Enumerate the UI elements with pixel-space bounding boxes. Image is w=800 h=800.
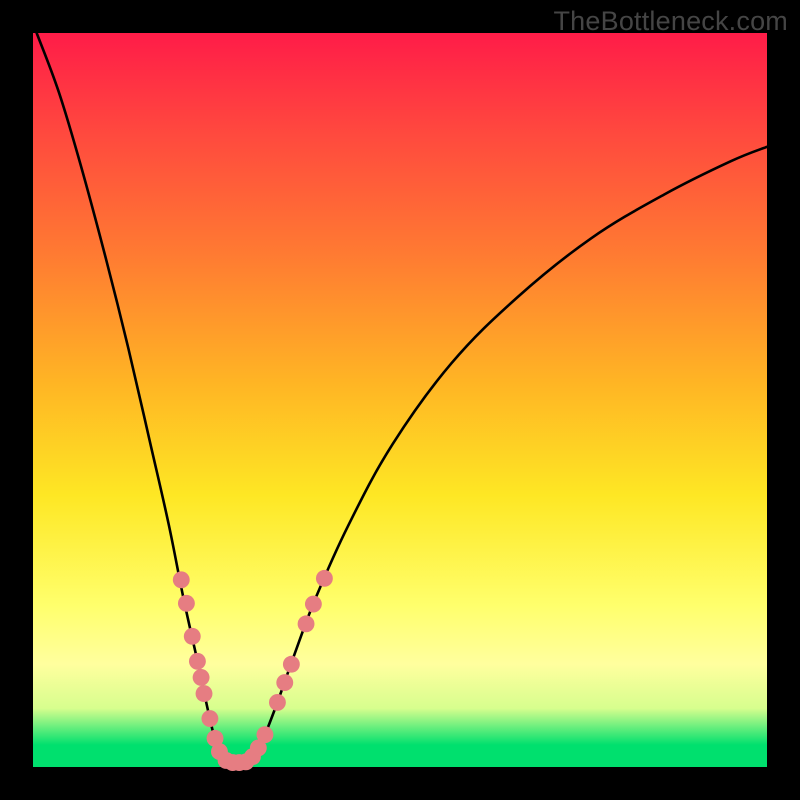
- data-marker: [193, 669, 210, 686]
- chart-svg: [33, 33, 767, 767]
- data-marker: [269, 694, 286, 711]
- chart-frame: TheBottleneck.com: [0, 0, 800, 800]
- data-marker: [184, 628, 201, 645]
- data-marker: [173, 571, 190, 588]
- curve-right-branch: [250, 147, 767, 763]
- watermark-text: TheBottleneck.com: [553, 6, 788, 37]
- data-marker: [201, 710, 218, 727]
- plot-area: [33, 33, 767, 767]
- data-marker: [257, 726, 274, 743]
- marker-group: [173, 570, 333, 771]
- data-marker: [196, 685, 213, 702]
- data-marker: [305, 596, 322, 613]
- data-marker: [178, 595, 195, 612]
- data-marker: [276, 674, 293, 691]
- data-marker: [189, 653, 206, 670]
- data-marker: [298, 615, 315, 632]
- data-marker: [283, 656, 300, 673]
- data-marker: [316, 570, 333, 587]
